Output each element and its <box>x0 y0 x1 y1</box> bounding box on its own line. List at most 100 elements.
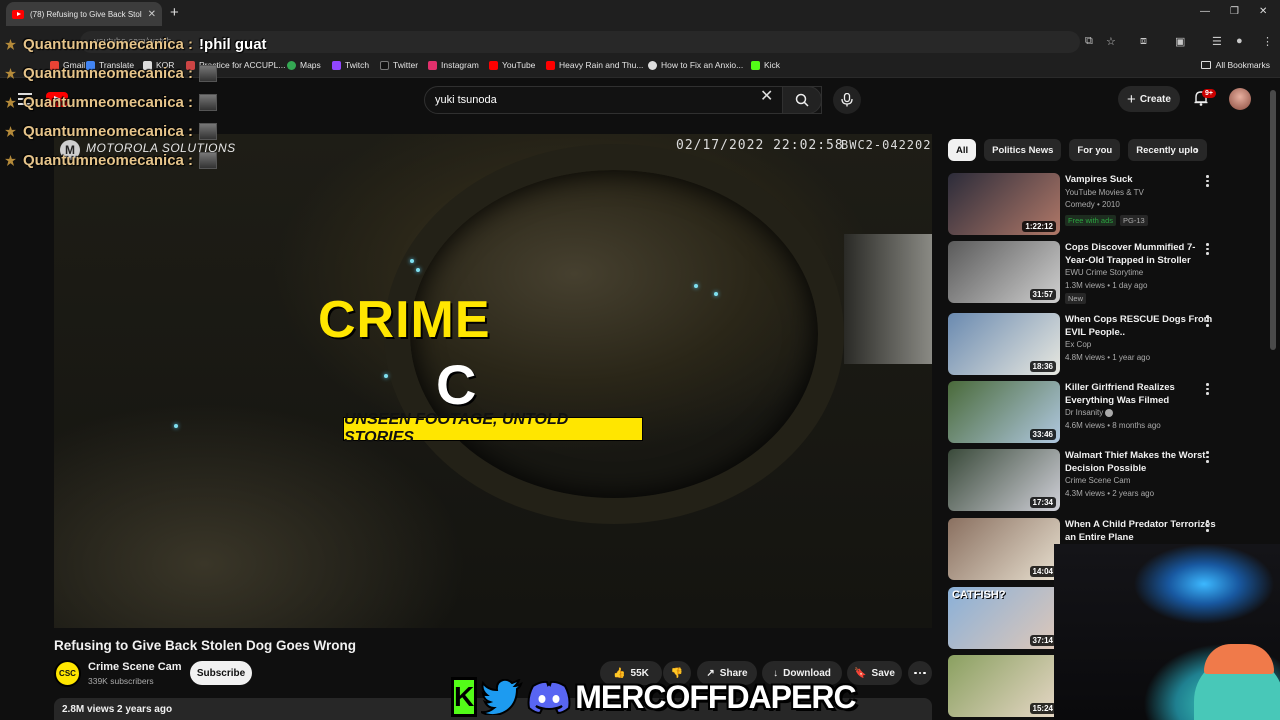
chip-all[interactable]: All <box>948 139 977 161</box>
recommended-video-title[interactable]: Killer Girlfriend Realizes Everything Wa… <box>1065 381 1217 407</box>
video-duration: 15:24 <box>1029 703 1056 714</box>
tab-close-icon[interactable]: ✕ <box>148 9 156 20</box>
channel-avatar[interactable]: CSC <box>54 660 81 687</box>
video-menu-icon[interactable] <box>1206 175 1210 189</box>
minimize-button[interactable]: — <box>1200 6 1210 17</box>
profile-icon[interactable]: ● <box>1236 35 1243 47</box>
create-button[interactable]: + Create <box>1118 86 1180 112</box>
search-button[interactable] <box>782 86 822 114</box>
chip-politics-news[interactable]: Politics News <box>984 139 1062 161</box>
video-thumbnail[interactable]: 18:36 <box>948 313 1060 375</box>
plus-icon: + <box>1127 90 1136 108</box>
video-duration: 18:36 <box>1029 361 1056 372</box>
page-scrollbar[interactable] <box>1270 90 1276 350</box>
recommended-video[interactable]: 18:36 When Cops RESCUE Dogs From EVIL Peo… <box>948 313 1228 377</box>
video-menu-icon[interactable] <box>1206 383 1210 397</box>
chevron-right-icon[interactable]: › <box>1194 143 1198 157</box>
video-menu-icon[interactable] <box>1206 243 1210 257</box>
recommended-video-title[interactable]: When Cops RESCUE Dogs From EVIL People.. <box>1065 313 1217 339</box>
bookmark-kick[interactable]: Kick <box>751 60 780 70</box>
chat-emote-image <box>199 123 218 140</box>
recommended-video-title[interactable]: Cops Discover Mummified 7-Year-Old Trapp… <box>1065 241 1217 267</box>
bookmark-icon: 🔖 <box>854 667 867 679</box>
chat-badge-icon <box>4 96 17 109</box>
bookmark-instagram[interactable]: Instagram <box>428 60 479 70</box>
recommended-video[interactable]: 17:34 Walmart Thief Makes the Worst Decis… <box>948 449 1228 513</box>
folder-icon <box>1200 61 1211 69</box>
microphone-icon <box>841 93 853 107</box>
recommended-video-title[interactable]: Vampires Suck <box>1065 173 1217 186</box>
video-duration: 37:14 <box>1029 635 1056 646</box>
new-tab-button[interactable]: + <box>170 4 179 21</box>
chat-message: Quantumneomecanica : <box>4 123 218 140</box>
video-duration: 31:57 <box>1029 289 1056 300</box>
voice-search-button[interactable] <box>833 86 861 114</box>
video-tag: Free with ads <box>1065 215 1117 226</box>
channel-logo-title: CRIME <box>318 291 491 349</box>
recommended-channel[interactable]: Crime Scene Cam <box>1065 476 1130 485</box>
maximize-button[interactable]: ❐ <box>1230 6 1239 17</box>
browser-tab-active[interactable]: (78) Refusing to Give Back Stole ✕ <box>6 2 162 26</box>
chat-emote-image <box>199 94 218 111</box>
video-thumbnail[interactable]: 14:04 <box>948 518 1060 580</box>
channel-name[interactable]: Crime Scene Cam <box>88 661 182 673</box>
video-menu-icon[interactable] <box>1206 520 1210 534</box>
recommended-channel[interactable]: Ex Cop <box>1065 340 1091 349</box>
video-thumbnail[interactable]: 1:22:12 <box>948 173 1060 235</box>
recommended-channel[interactable]: Dr Insanity <box>1065 408 1114 417</box>
dashboard-led <box>174 424 178 428</box>
recommended-channel[interactable]: YouTube Movies & TV <box>1065 188 1144 197</box>
video-thumbnail[interactable]: CATFISH? 37:14 <box>948 587 1060 649</box>
bookmark-anxiety[interactable]: How to Fix an Anxio... <box>648 60 743 70</box>
browser-menu-icon[interactable]: ⋮ <box>1262 35 1273 48</box>
dashboard-panel-image <box>844 234 932 364</box>
clear-search-icon[interactable]: ✕ <box>760 89 773 105</box>
sidepanel-icon[interactable]: ▣ <box>1175 35 1185 48</box>
video-menu-icon[interactable] <box>1206 451 1210 465</box>
kick-logo-icon: K <box>451 677 478 717</box>
twitch-icon <box>332 60 341 70</box>
tab-title: (78) Refusing to Give Back Stole <box>30 9 142 19</box>
close-window-button[interactable]: ✕ <box>1259 6 1267 17</box>
chat-text: !phil guat <box>199 36 267 53</box>
subscribe-button[interactable]: Subscribe <box>190 661 252 685</box>
video-menu-icon[interactable] <box>1206 315 1210 329</box>
video-thumbnail[interactable]: 33:46 <box>948 381 1060 443</box>
recommended-channel-name: Crime Scene Cam <box>1065 476 1131 485</box>
more-actions-button[interactable] <box>908 661 932 685</box>
chat-emote-image <box>199 65 218 82</box>
recommended-meta: 4.6M views • 8 months ago <box>1065 421 1161 430</box>
bookmark-star-icon[interactable]: ☆ <box>1106 35 1116 48</box>
tag-row: New <box>1065 293 1090 304</box>
bookmark-twitter[interactable]: Twitter <box>380 60 418 70</box>
recommended-video[interactable]: 33:46 Killer Girlfriend Realizes Everythi… <box>948 381 1228 445</box>
site-icon <box>648 60 657 70</box>
dashboard-led <box>384 374 388 378</box>
dashboard-led <box>714 292 718 296</box>
video-thumbnail[interactable]: 17:34 <box>948 449 1060 511</box>
all-bookmarks[interactable]: All Bookmarks <box>1200 60 1270 70</box>
extensions-icon[interactable]: ⧈ <box>1140 35 1147 48</box>
bookmark-youtube[interactable]: YouTube <box>489 60 535 70</box>
recommended-channel[interactable]: EWU Crime Storytime <box>1065 268 1143 277</box>
instagram-icon <box>428 60 437 70</box>
install-app-icon[interactable]: ⧉ <box>1085 35 1093 48</box>
video-thumbnail[interactable]: 31:57 <box>948 241 1060 303</box>
account-avatar[interactable] <box>1229 88 1251 110</box>
reading-list-icon[interactable]: ☰ <box>1212 35 1222 48</box>
recommended-video-title[interactable]: When A Child Predator Terrorizes an Enti… <box>1065 518 1217 544</box>
chip-for-you[interactable]: For you <box>1069 139 1121 161</box>
recommended-meta: 4.3M views • 2 years ago <box>1065 489 1155 498</box>
video-duration: 17:34 <box>1029 497 1056 508</box>
video-thumbnail[interactable]: 15:24 <box>948 655 1060 717</box>
video-player[interactable]: M MOTOROLA SOLUTIONS 02/17/2022 22:02:58… <box>54 134 932 628</box>
browser-tabstrip: (78) Refusing to Give Back Stole ✕ + — ❐… <box>0 0 1280 28</box>
bookmark-twitch[interactable]: Twitch <box>332 60 369 70</box>
dashboard-led <box>416 268 420 272</box>
recommended-video[interactable]: 31:57 Cops Discover Mummified 7-Year-Old … <box>948 241 1228 305</box>
bookmark-maps[interactable]: Maps <box>287 60 321 70</box>
bookmark-heavy-rain[interactable]: Heavy Rain and Thu... <box>546 60 643 70</box>
recommended-video-title[interactable]: Walmart Thief Makes the Worst Decision P… <box>1065 449 1217 475</box>
recommended-video[interactable]: 1:22:12 Vampires Suck YouTube Movies & TV C… <box>948 173 1228 237</box>
subscriber-count: 339K subscribers <box>88 676 154 686</box>
